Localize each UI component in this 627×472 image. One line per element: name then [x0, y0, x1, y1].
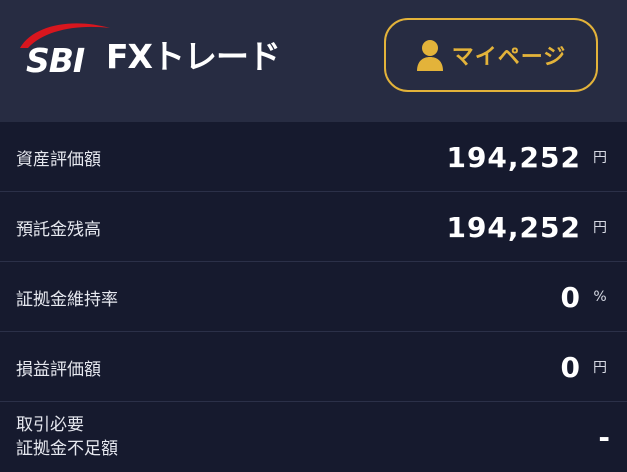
- row-label: 損益評価額: [16, 359, 101, 380]
- logo-product-text: FXトレード: [106, 37, 281, 76]
- row-label: 資産評価額: [16, 149, 101, 170]
- row-required-margin-shortfall: 取引必要 証拠金不足額 -: [0, 402, 627, 472]
- row-label: 証拠金維持率: [16, 289, 118, 310]
- account-summary-list: 資産評価額 194,252 円 預託金残高 194,252 円 証拠金維持率 0…: [0, 122, 627, 472]
- row-unit: 円: [593, 150, 607, 166]
- row-profit-loss-valuation: 損益評価額 0 円: [0, 332, 627, 402]
- row-unit: 円: [593, 360, 607, 376]
- sbi-fx-trade-logo: SBI FXトレード: [14, 18, 294, 86]
- row-label-line2: 証拠金不足額: [16, 439, 118, 459]
- mypage-button[interactable]: マイページ: [384, 18, 598, 92]
- row-unit: %: [593, 289, 607, 305]
- row-value: 0: [560, 280, 581, 314]
- row-label: 預託金残高: [16, 219, 101, 240]
- app-header: SBI FXトレード マイページ: [0, 0, 627, 122]
- row-label-line1: 取引必要: [16, 415, 84, 435]
- row-asset-valuation: 資産評価額 194,252 円: [0, 122, 627, 192]
- row-deposit-balance: 預託金残高 194,252 円: [0, 192, 627, 262]
- logo-brand-text: SBI: [26, 41, 85, 80]
- row-margin-maintenance-rate: 証拠金維持率 0 %: [0, 262, 627, 332]
- row-value: 0: [560, 350, 581, 384]
- mypage-label: マイページ: [451, 45, 567, 70]
- row-value: 194,252: [446, 140, 581, 174]
- row-value: 194,252: [446, 210, 581, 244]
- person-icon: [416, 40, 443, 71]
- row-unit: 円: [593, 220, 607, 236]
- row-label: 取引必要 証拠金不足額: [16, 402, 118, 472]
- row-value: -: [598, 420, 611, 454]
